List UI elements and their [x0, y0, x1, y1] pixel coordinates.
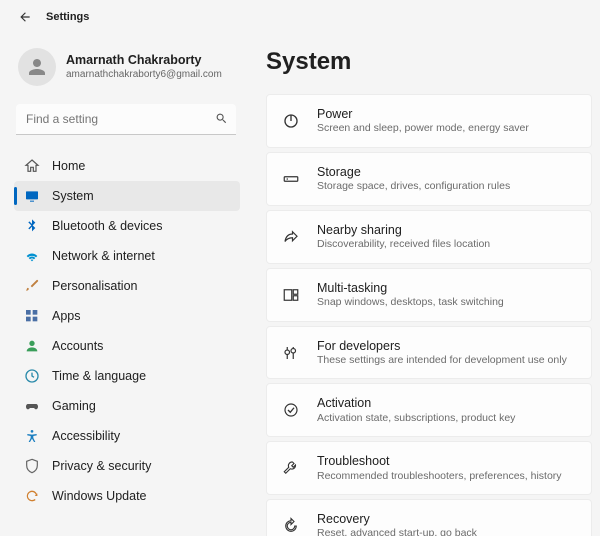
profile-email: amarnathchakraborty6@gmail.com: [66, 69, 222, 82]
home-icon: [24, 158, 40, 174]
search-icon: [215, 112, 228, 128]
sidebar-item-label: Personalisation: [52, 279, 137, 293]
card-nearby-sharing[interactable]: Nearby sharingDiscoverability, received …: [266, 210, 592, 264]
sidebar-item-system[interactable]: System: [14, 181, 240, 211]
sidebar-item-label: System: [52, 189, 94, 203]
devtools-icon: [281, 343, 301, 363]
card-storage[interactable]: StorageStorage space, drives, configurat…: [266, 152, 592, 206]
person-icon: [25, 55, 49, 79]
sidebar-item-label: Accessibility: [52, 429, 120, 443]
card-sub: Recommended troubleshooters, preferences…: [317, 470, 562, 484]
apps-icon: [24, 308, 40, 324]
sidebar-item-label: Home: [52, 159, 85, 173]
card-for-developers[interactable]: For developersThese settings are intende…: [266, 326, 592, 380]
multitask-icon: [281, 285, 301, 305]
clock-icon: [24, 368, 40, 384]
card-sub: Reset, advanced start-up, go back: [317, 527, 477, 536]
card-sub: Activation state, subscriptions, product…: [317, 412, 515, 426]
card-recovery[interactable]: RecoveryReset, advanced start-up, go bac…: [266, 499, 592, 536]
power-icon: [281, 111, 301, 131]
arrow-left-icon: [18, 10, 32, 24]
sidebar-item-bluetooth[interactable]: Bluetooth & devices: [14, 211, 240, 241]
search-input[interactable]: [16, 104, 236, 135]
sidebar-item-update[interactable]: Windows Update: [14, 481, 240, 511]
sidebar-item-accessibility[interactable]: Accessibility: [14, 421, 240, 451]
wifi-icon: [24, 248, 40, 264]
card-title: Power: [317, 106, 529, 122]
page-title: System: [266, 48, 592, 76]
sidebar-item-network[interactable]: Network & internet: [14, 241, 240, 271]
sidebar-item-label: Bluetooth & devices: [52, 219, 163, 233]
sidebar-item-time[interactable]: Time & language: [14, 361, 240, 391]
sidebar-item-label: Accounts: [52, 339, 103, 353]
brush-icon: [24, 278, 40, 294]
sidebar-item-label: Network & internet: [52, 249, 155, 263]
troubleshoot-icon: [281, 458, 301, 478]
card-title: Troubleshoot: [317, 453, 562, 469]
game-icon: [24, 398, 40, 414]
card-title: Activation: [317, 395, 515, 411]
sidebar-item-home[interactable]: Home: [14, 151, 240, 181]
card-sub: Discoverability, received files location: [317, 238, 490, 252]
sidebar-item-label: Privacy & security: [52, 459, 151, 473]
card-title: Recovery: [317, 511, 477, 527]
back-button[interactable]: [18, 10, 32, 24]
card-power[interactable]: PowerScreen and sleep, power mode, energ…: [266, 94, 592, 148]
card-troubleshoot[interactable]: TroubleshootRecommended troubleshooters,…: [266, 441, 592, 495]
person-icon: [24, 338, 40, 354]
card-title: For developers: [317, 338, 567, 354]
recovery-icon: [281, 516, 301, 536]
card-title: Multi-tasking: [317, 280, 504, 296]
share-icon: [281, 227, 301, 247]
sidebar-item-label: Windows Update: [52, 489, 147, 503]
card-sub: These settings are intended for developm…: [317, 354, 567, 368]
sidebar-item-personalisation[interactable]: Personalisation: [14, 271, 240, 301]
card-sub: Storage space, drives, configuration rul…: [317, 180, 510, 194]
card-multitasking[interactable]: Multi-taskingSnap windows, desktops, tas…: [266, 268, 592, 322]
profile-block[interactable]: Amarnath Chakraborty amarnathchakraborty…: [14, 48, 240, 104]
card-sub: Snap windows, desktops, task switching: [317, 296, 504, 310]
update-icon: [24, 488, 40, 504]
shield-icon: [24, 458, 40, 474]
sidebar-item-accounts[interactable]: Accounts: [14, 331, 240, 361]
main-content: System PowerScreen and sleep, power mode…: [248, 30, 600, 536]
sidebar: Amarnath Chakraborty amarnathchakraborty…: [0, 30, 248, 536]
card-activation[interactable]: ActivationActivation state, subscription…: [266, 383, 592, 437]
profile-name: Amarnath Chakraborty: [66, 53, 222, 69]
card-title: Nearby sharing: [317, 222, 490, 238]
sidebar-item-label: Gaming: [52, 399, 96, 413]
activation-icon: [281, 400, 301, 420]
system-icon: [24, 188, 40, 204]
card-title: Storage: [317, 164, 510, 180]
sidebar-item-apps[interactable]: Apps: [14, 301, 240, 331]
accessibility-icon: [24, 428, 40, 444]
app-title: Settings: [46, 11, 89, 23]
sidebar-item-label: Time & language: [52, 369, 146, 383]
nav-list: Home System Bluetooth & devices Network …: [14, 151, 240, 511]
storage-icon: [281, 169, 301, 189]
sidebar-item-privacy[interactable]: Privacy & security: [14, 451, 240, 481]
bluetooth-icon: [24, 218, 40, 234]
sidebar-item-label: Apps: [52, 309, 81, 323]
card-sub: Screen and sleep, power mode, energy sav…: [317, 122, 529, 136]
sidebar-item-gaming[interactable]: Gaming: [14, 391, 240, 421]
avatar: [18, 48, 56, 86]
